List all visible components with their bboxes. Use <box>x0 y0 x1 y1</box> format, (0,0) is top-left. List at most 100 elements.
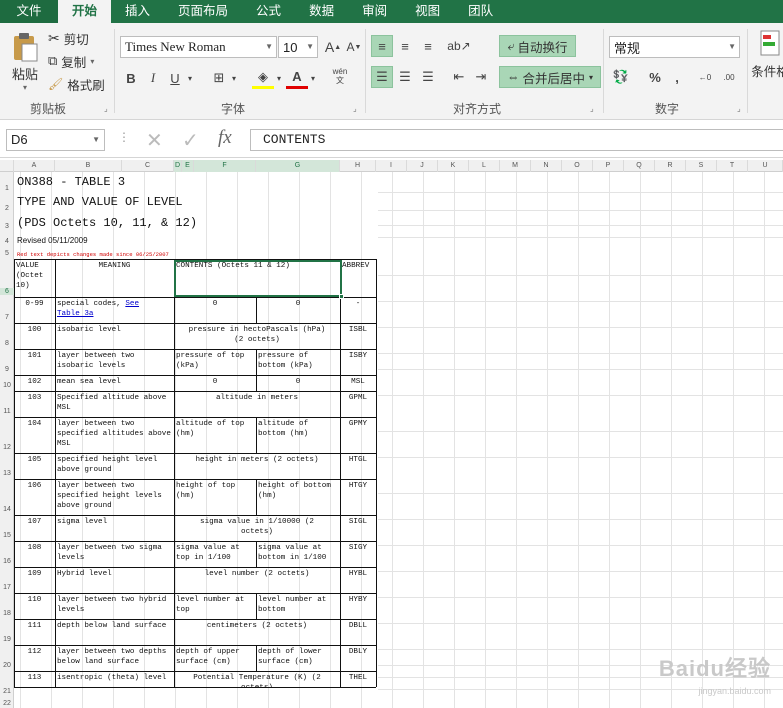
contents-cell[interactable]: altitude in meters <box>174 391 340 417</box>
abbrev-cell[interactable]: DBLL <box>340 619 376 645</box>
fill-color-dropdown-icon[interactable]: ▾ <box>273 67 285 89</box>
row-header[interactable]: 12 <box>0 444 14 451</box>
meaning-cell[interactable]: special codes, See Table 3a <box>55 297 174 323</box>
contents-top-cell[interactable]: level number at top <box>174 593 256 619</box>
row-header[interactable]: 8 <box>0 340 14 347</box>
contents-bottom-cell[interactable]: depth of lower surface (cm) <box>256 645 340 671</box>
tab-insert[interactable]: 插入 <box>111 0 164 23</box>
underline-dropdown-icon[interactable]: ▾ <box>184 67 196 89</box>
comma-style-icon[interactable]: , <box>666 66 688 88</box>
worksheet-grid[interactable]: ON388 - TABLE 3 TYPE AND VALUE OF LEVEL … <box>14 172 783 708</box>
tab-review[interactable]: 审阅 <box>348 0 401 23</box>
column-header[interactable]: T <box>717 160 748 172</box>
row-header[interactable]: 17 <box>0 584 14 591</box>
row-header[interactable]: 22 <box>0 700 14 707</box>
clipboard-launcher-icon[interactable]: ⌟ <box>104 104 108 113</box>
value-cell[interactable]: 103 <box>14 391 55 417</box>
contents-top-cell[interactable]: depth of upper surface (cm) <box>174 645 256 671</box>
font-color-dropdown-icon[interactable]: ▾ <box>307 67 319 89</box>
format-painter-button[interactable]: 🖌 格式刷 <box>48 74 105 94</box>
row-header[interactable]: 15 <box>0 532 14 539</box>
sheet-title[interactable]: ON388 - TABLE 3 <box>17 175 125 189</box>
phonetic-icon[interactable]: wén 文 <box>328 65 352 87</box>
value-cell[interactable]: 100 <box>14 323 55 349</box>
align-left-icon[interactable]: ☰ <box>371 66 393 88</box>
column-header[interactable]: U <box>748 160 783 172</box>
column-header[interactable]: F <box>194 160 256 172</box>
abbrev-cell[interactable]: HYBY <box>340 593 376 619</box>
revised-date[interactable]: Revised 05/11/2009 <box>17 236 88 245</box>
copy-button[interactable]: ⧉ 复制 ▾ <box>48 51 94 71</box>
row-header[interactable]: 19 <box>0 636 14 643</box>
row-header[interactable]: 21 <box>0 688 14 695</box>
decrease-indent-icon[interactable]: ⇤ <box>448 66 470 88</box>
name-box[interactable]: D6 ▼ <box>6 129 105 151</box>
merge-center-button[interactable]: ⇔ 合并后居中 ▾ <box>499 66 601 88</box>
value-cell[interactable]: 105 <box>14 453 55 479</box>
align-top-icon[interactable]: ≡ <box>371 35 393 57</box>
align-center-icon[interactable]: ☰ <box>394 66 416 88</box>
meaning-cell[interactable]: layer between two depths below land surf… <box>55 645 174 671</box>
abbrev-cell[interactable]: THEL <box>340 671 376 687</box>
row-header[interactable]: 18 <box>0 610 14 617</box>
column-header[interactable]: A <box>14 160 55 172</box>
column-header[interactable]: P <box>593 160 624 172</box>
row-header[interactable]: 14 <box>0 506 14 513</box>
number-format-combo[interactable]: 常规 ▼ <box>609 36 740 58</box>
contents-top-cell[interactable]: 0 <box>174 375 256 391</box>
contents-cell[interactable]: pressure in hectoPascals (hPa) (2 octets… <box>174 323 340 349</box>
meaning-cell[interactable]: isobaric level <box>55 323 174 349</box>
column-header[interactable]: D <box>174 160 182 172</box>
value-cell[interactable]: 110 <box>14 593 55 619</box>
formula-bar-handle[interactable]: ⋮ <box>118 130 130 144</box>
percent-style-icon[interactable]: % <box>644 66 666 88</box>
value-cell[interactable]: 111 <box>14 619 55 645</box>
wrap-text-button[interactable]: ⤶ 自动换行 <box>499 35 576 57</box>
red-note[interactable]: Red text depicts changes made since 06/2… <box>17 251 169 258</box>
abbrev-cell[interactable]: HYBL <box>340 567 376 593</box>
increase-font-icon[interactable]: A ▲ <box>322 36 344 58</box>
contents-top-cell[interactable]: height of top (hm) <box>174 479 256 515</box>
underline-icon[interactable]: U <box>164 67 186 89</box>
abbrev-cell[interactable]: HTGL <box>340 453 376 479</box>
column-header[interactable]: R <box>655 160 686 172</box>
meaning-cell[interactable]: Hybrid level <box>55 567 174 593</box>
column-header[interactable]: H <box>340 160 376 172</box>
value-cell[interactable]: 102 <box>14 375 55 391</box>
meaning-cell[interactable]: layer between two specified height level… <box>55 479 174 515</box>
sheet-octets[interactable]: (PDS Octets 10, 11, & 12) <box>17 216 197 230</box>
abbrev-cell[interactable]: DBLY <box>340 645 376 671</box>
meaning-cell[interactable]: layer between two isobaric levels <box>55 349 174 375</box>
accounting-format-icon[interactable]: 💱 <box>610 66 632 88</box>
column-header[interactable]: C <box>122 160 174 172</box>
meaning-cell[interactable]: isentropic (theta) level <box>55 671 174 687</box>
font-name-combo[interactable]: Times New Roman ▼ <box>120 36 277 58</box>
contents-top-cell[interactable]: 0 <box>174 297 256 323</box>
select-all-corner[interactable] <box>0 160 14 172</box>
value-cell[interactable]: 113 <box>14 671 55 687</box>
meaning-cell[interactable]: layer between two hybrid levels <box>55 593 174 619</box>
cut-button[interactable]: ✂ 剪切 <box>48 28 89 48</box>
font-size-combo[interactable]: 10 ▼ <box>278 36 318 58</box>
meaning-cell[interactable]: layer between two sigma levels <box>55 541 174 567</box>
meaning-cell[interactable]: Specified altitude above MSL <box>55 391 174 417</box>
align-middle-icon[interactable]: ≡ <box>394 35 416 57</box>
contents-top-cell[interactable]: pressure of top (kPa) <box>174 349 256 375</box>
tab-file[interactable]: 文件 <box>0 0 58 23</box>
align-bottom-icon[interactable]: ≡ <box>417 35 439 57</box>
column-header[interactable]: G <box>256 160 340 172</box>
meaning-cell[interactable]: layer between two specified altitudes ab… <box>55 417 174 453</box>
increase-indent-icon[interactable]: ⇥ <box>470 66 492 88</box>
contents-bottom-cell[interactable]: height of bottom (hm) <box>256 479 340 515</box>
align-right-icon[interactable]: ☰ <box>417 66 439 88</box>
value-cell[interactable]: 101 <box>14 349 55 375</box>
tab-view[interactable]: 视图 <box>401 0 454 23</box>
italic-icon[interactable]: I <box>142 67 164 89</box>
cancel-icon[interactable]: ✕ <box>146 128 163 153</box>
decrease-font-icon[interactable]: A ▼ <box>343 36 365 58</box>
abbrev-cell[interactable]: - <box>340 297 376 323</box>
number-launcher-icon[interactable]: ⌟ <box>737 104 741 113</box>
bold-icon[interactable]: B <box>120 67 142 89</box>
row-header[interactable]: 13 <box>0 470 14 477</box>
contents-bottom-cell[interactable]: pressure of bottom (kPa) <box>256 349 340 375</box>
